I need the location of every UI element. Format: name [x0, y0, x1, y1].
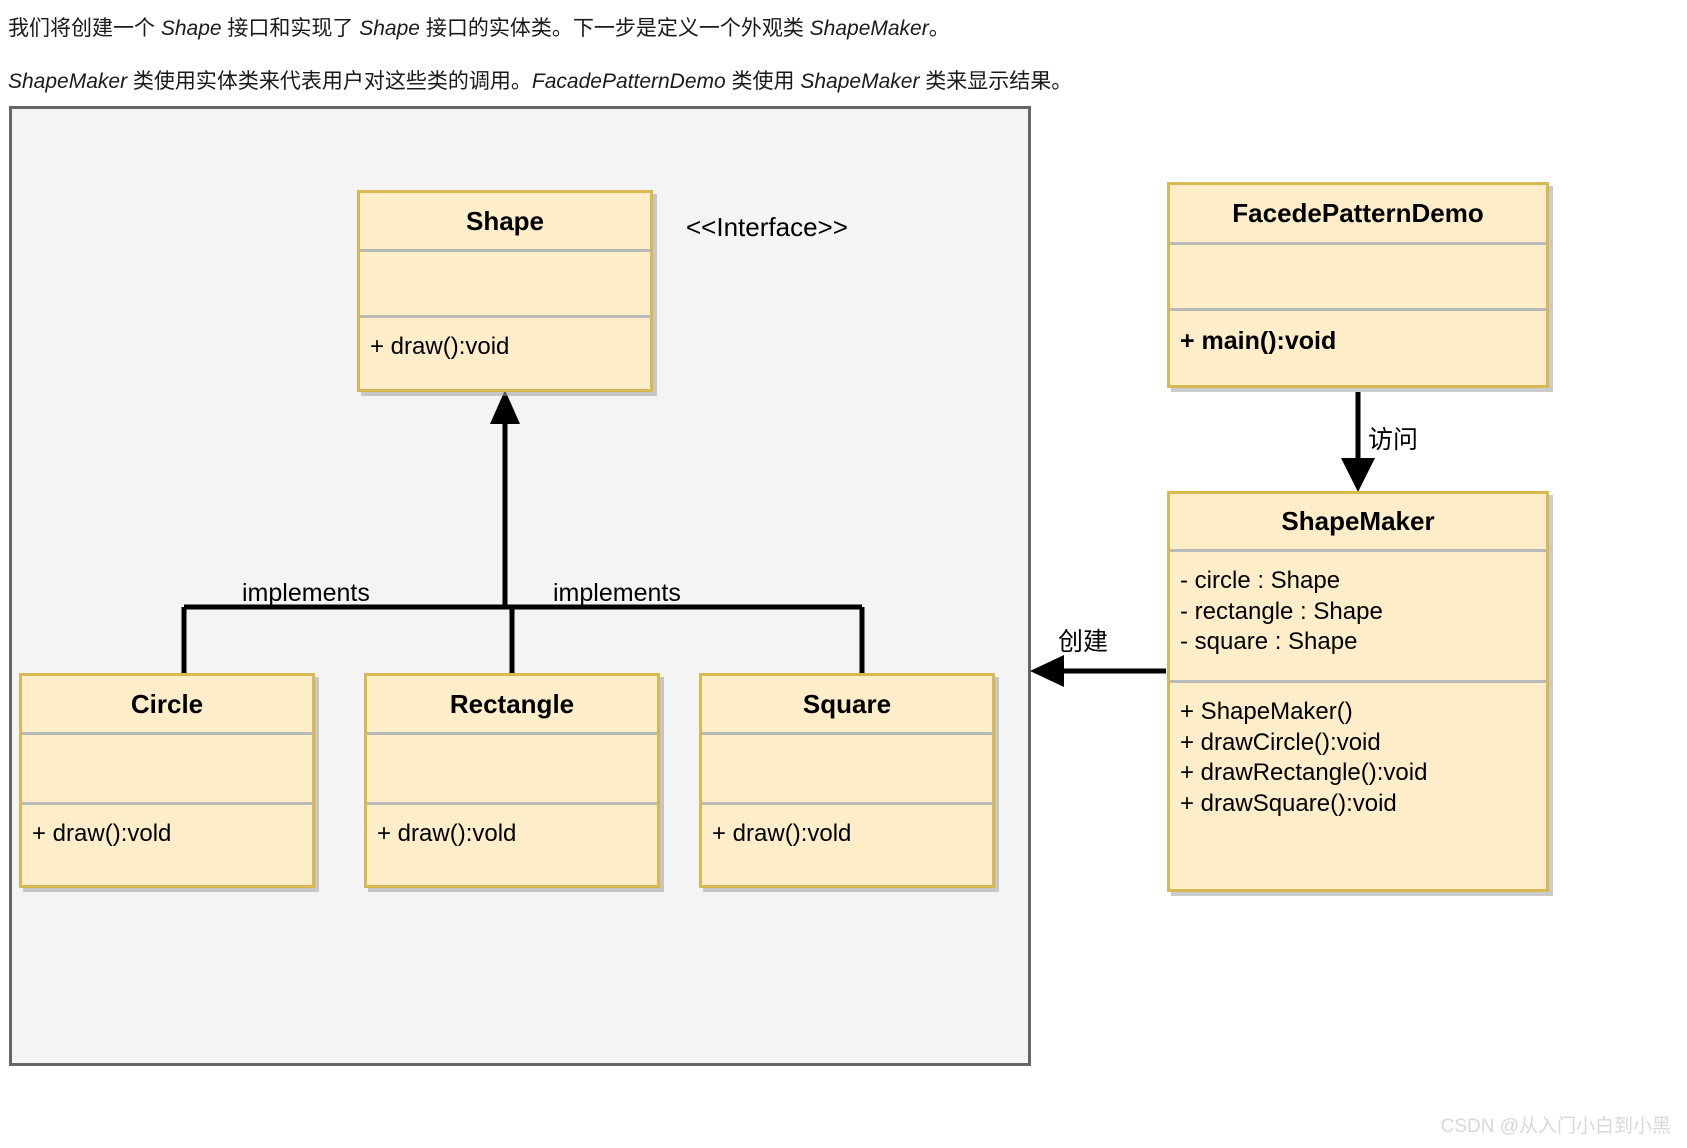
implements-label-left: implements — [242, 579, 370, 607]
intro-l1-em-shape-1: Shape — [160, 17, 222, 40]
class-method-row: + draw():vold — [712, 820, 852, 847]
class-title-square: Square — [802, 688, 892, 719]
class-methods-rectangle: + draw():vold — [367, 802, 657, 885]
uml-class-circle[interactable]: Circle + draw():vold — [19, 673, 315, 888]
class-attributes-rectangle — [367, 732, 657, 802]
class-attribute-row: - rectangle : Shape — [1180, 597, 1383, 625]
class-attribute-row: - circle : Shape — [1180, 567, 1341, 594]
create-arrowhead — [1030, 655, 1064, 687]
class-methods-shape: + draw():void — [360, 315, 650, 389]
class-methods-square: + draw():vold — [702, 802, 992, 885]
class-methods-circle: + draw():vold — [22, 802, 312, 885]
intro-l2-part-b: 类使用 — [725, 70, 801, 93]
intro-l2-em-facadepatterndemo: FacadePatternDemo — [531, 70, 726, 93]
intro-l2-part-c: 类来显示结果。 — [919, 70, 1073, 93]
intro-l2-em-shapemaker-2: ShapeMaker — [800, 70, 920, 93]
class-method-row: + draw():vold — [377, 820, 517, 847]
class-title-shape: Shape — [465, 205, 545, 236]
class-methods-facedepatterndemo: + main():void — [1170, 308, 1546, 385]
intro-l1-part-d: 。 — [928, 17, 950, 40]
class-attributes-shapemaker: - circle : Shape - rectangle : Shape - s… — [1170, 549, 1546, 680]
intro-text-block: 我们将创建一个 Shape 接口和实现了 Shape 接口的实体类。下一步是定义… — [8, 0, 1508, 92]
class-methods-shapemaker: + ShapeMaker() + drawCircle():void + dra… — [1170, 680, 1546, 889]
uml-class-square[interactable]: Square + draw():vold — [699, 673, 995, 888]
class-title-facedepatterndemo: FacedePatternDemo — [1232, 198, 1484, 228]
intro-line-1: 我们将创建一个 Shape 接口和实现了 Shape 接口的实体类。下一步是定义… — [8, 18, 1508, 39]
class-method-row: + main():void — [1180, 327, 1337, 355]
class-attributes-facedepatterndemo — [1170, 242, 1546, 308]
intro-l1-part-c: 接口的实体类。下一步是定义一个外观类 — [419, 17, 810, 40]
stereotype-interface-label: <<Interface>> — [686, 212, 848, 242]
class-attributes-shape — [360, 249, 650, 315]
class-method-row: + draw():void — [370, 333, 510, 360]
intro-l2-em-shapemaker-1: ShapeMaker — [8, 70, 128, 93]
intro-l2-part-a: 类使用实体类来代表用户对这些类的调用。 — [127, 70, 532, 93]
class-method-row: + drawRectangle():void — [1180, 759, 1428, 787]
uml-class-shape[interactable]: Shape + draw():void — [357, 190, 653, 392]
class-method-row: + drawCircle():void — [1180, 728, 1381, 756]
class-attributes-square — [702, 732, 992, 802]
intro-l1-em-shapemaker: ShapeMaker — [809, 17, 929, 40]
create-relation-label: 创建 — [1058, 628, 1109, 656]
access-relation-label: 访问 — [1368, 426, 1419, 454]
intro-l1-part-b: 接口和实现了 — [221, 17, 360, 40]
intro-l1-em-shape-2: Shape — [359, 17, 420, 40]
class-title-shapemaker: ShapeMaker — [1281, 506, 1435, 536]
class-title-circle: Circle — [130, 688, 204, 719]
uml-class-shapemaker[interactable]: ShapeMaker - circle : Shape - rectangle … — [1167, 491, 1549, 892]
csdn-watermark: CSDN @从入门小白到小黑 — [1440, 1116, 1671, 1137]
class-attribute-row: - square : Shape — [1180, 628, 1358, 656]
uml-class-facedepatterndemo[interactable]: FacedePatternDemo + main():void — [1167, 182, 1549, 388]
intro-l1-part-a: 我们将创建一个 — [8, 17, 161, 40]
uml-class-rectangle[interactable]: Rectangle + draw():vold — [364, 673, 660, 888]
class-method-row: + ShapeMaker() — [1180, 698, 1353, 725]
implements-label-right: implements — [553, 579, 681, 607]
class-method-row: + drawSquare():void — [1180, 790, 1397, 818]
class-attributes-circle — [22, 732, 312, 802]
class-title-rectangle: Rectangle — [449, 688, 575, 719]
intro-line-2: ShapeMaker 类使用实体类来代表用户对这些类的调用。FacadePatt… — [8, 71, 1508, 92]
access-arrowhead — [1341, 458, 1375, 492]
class-method-row: + draw():vold — [32, 820, 172, 847]
